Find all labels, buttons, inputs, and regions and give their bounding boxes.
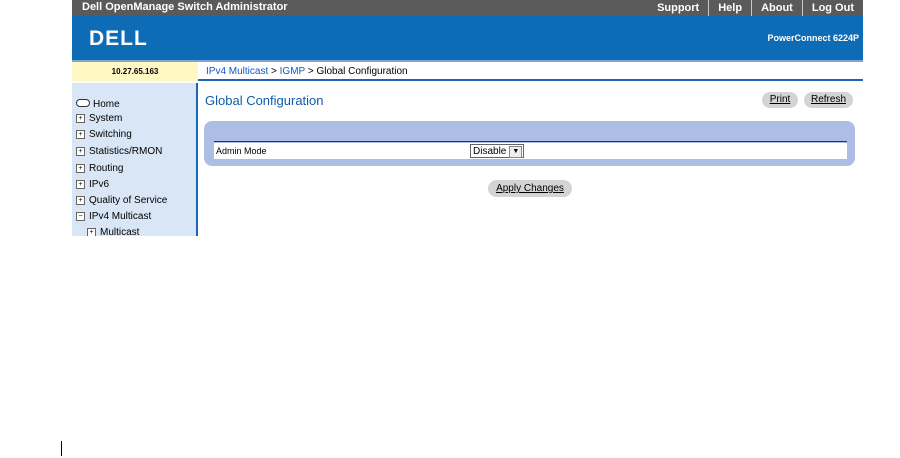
top-bar: Dell OpenManage Switch Administrator Sup… (72, 0, 863, 16)
sidebar-item-label: Home (93, 99, 120, 110)
help-link[interactable]: Help (708, 0, 751, 16)
sidebar-item-quality-of-service[interactable]: + Quality of Service (76, 194, 167, 208)
settings-panel: Admin Mode Disable ▼ (204, 121, 855, 166)
page-margin-marker (61, 441, 62, 456)
breadcrumb-ipv4-multicast[interactable]: IPv4 Multicast (206, 66, 268, 77)
sidebar-item-label: Statistics/RMON (89, 146, 163, 157)
panel-divider (214, 141, 847, 142)
expand-icon[interactable]: + (87, 228, 96, 236)
collapse-icon[interactable]: − (76, 212, 85, 221)
breadcrumb-igmp[interactable]: IGMP (280, 66, 305, 77)
sidebar-item-routing[interactable]: + Routing (76, 162, 123, 176)
sidebar-item-label: Multicast (100, 227, 140, 236)
sidebar-item-label: IPv4 Multicast (89, 211, 152, 222)
refresh-button[interactable]: Refresh (804, 92, 853, 108)
page-title: Global Configuration (205, 93, 324, 108)
sidebar-item-label: Quality of Service (89, 195, 168, 206)
sidebar-item-home[interactable]: Home (76, 98, 120, 112)
expand-icon[interactable]: + (76, 130, 85, 139)
chevron-down-icon[interactable]: ▼ (509, 146, 523, 158)
sidebar-item-ipv4-multicast[interactable]: − IPv4 Multicast (76, 210, 151, 224)
home-icon (76, 99, 90, 107)
top-links: Support Help About Log Out (648, 0, 863, 16)
app-title: Dell OpenManage Switch Administrator (82, 1, 288, 13)
sidebar-item-label: System (89, 113, 123, 124)
support-link[interactable]: Support (648, 0, 708, 16)
ip-address: 10.27.65.163 (72, 62, 198, 81)
breadcrumb-current: Global Configuration (316, 66, 408, 77)
logout-link[interactable]: Log Out (801, 0, 863, 16)
sidebar-item-system[interactable]: + System (76, 112, 122, 126)
app-window: Dell OpenManage Switch Administrator Sup… (72, 0, 863, 236)
print-button[interactable]: Print (762, 92, 798, 108)
admin-mode-row: Admin Mode Disable ▼ (214, 143, 847, 159)
sidebar-item-multicast[interactable]: + Multicast (87, 226, 139, 236)
breadcrumb-separator: > (305, 66, 317, 77)
sidebar-item-switching[interactable]: + Switching (76, 128, 132, 142)
sidebar-item-ipv6[interactable]: + IPv6 (76, 178, 109, 192)
sidebar-item-label: Switching (89, 129, 132, 140)
sidebar-item-statistics-rmon[interactable]: + Statistics/RMON (76, 145, 162, 159)
sidebar-nav: Home + System + Switching + Statistics/RMON… (72, 83, 198, 236)
product-model: PowerConnect 6224P (767, 33, 859, 43)
sidebar-item-label: IPv6 (89, 179, 110, 190)
expand-icon[interactable]: + (76, 196, 85, 205)
breadcrumb-separator: > (268, 66, 280, 77)
expand-icon[interactable]: + (76, 164, 85, 173)
content-area: Global Configuration Print Refresh Admin… (198, 83, 863, 236)
dell-logo: DELL (89, 27, 169, 52)
expand-icon[interactable]: + (76, 180, 85, 189)
breadcrumb: IPv4 Multicast > IGMP > Global Configura… (198, 62, 863, 81)
header-banner: DELL PowerConnect 6224P (72, 16, 863, 62)
admin-mode-value: Disable (473, 146, 507, 157)
expand-icon[interactable]: + (76, 147, 85, 156)
sidebar-item-label: Routing (89, 163, 124, 174)
admin-mode-label: Admin Mode (216, 146, 267, 156)
apply-changes-button[interactable]: Apply Changes (488, 180, 572, 197)
expand-icon[interactable]: + (76, 114, 85, 123)
svg-text:DELL: DELL (89, 27, 148, 47)
about-link[interactable]: About (751, 0, 802, 16)
admin-mode-select[interactable]: Disable ▼ (470, 144, 525, 158)
